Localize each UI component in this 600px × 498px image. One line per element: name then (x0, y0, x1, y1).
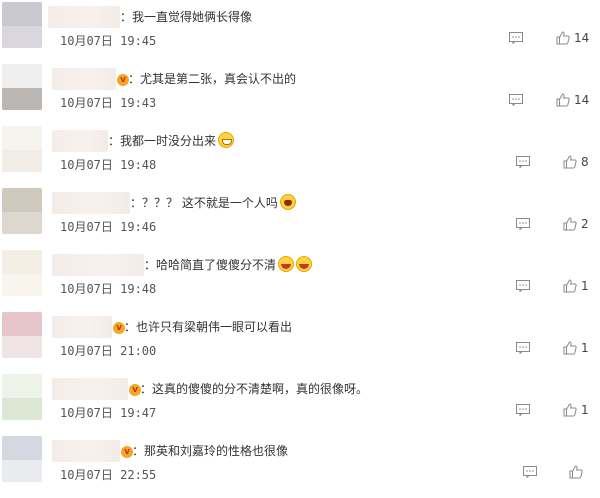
thumbs-up-icon (563, 155, 577, 169)
comment-text: ：哈哈简直了傻傻分不清 (144, 256, 313, 274)
like-button[interactable]: 1 (563, 403, 589, 417)
avatar[interactable] (2, 436, 42, 482)
username[interactable] (52, 130, 108, 152)
comment-text: ：这真的傻傻的分不清楚啊，真的很像呀。 (140, 382, 369, 396)
comment-text: ：我都一时没分出来 (108, 132, 235, 150)
like-count: 8 (581, 155, 589, 169)
comment-text-content: ：哈哈简直了傻傻分不清 (144, 258, 277, 272)
comment-item: ：哈哈简直了傻傻分不清 10月07日 19:48 1 (0, 250, 600, 312)
username[interactable] (48, 6, 120, 28)
avatar[interactable] (2, 250, 42, 296)
avatar[interactable] (2, 188, 42, 234)
avatar[interactable] (2, 312, 42, 358)
like-button[interactable]: 14 (556, 31, 589, 45)
comment-text-content: ：？？？ 这不就是一个人吗 (130, 196, 278, 210)
laugh-emoji-icon (278, 256, 295, 272)
comment-time: 10月07日 19:47 (60, 406, 157, 420)
comment-time: 10月07日 19:48 (60, 158, 157, 172)
comment-icon[interactable] (516, 404, 530, 416)
thumbs-up-icon (563, 403, 577, 417)
comment-icon[interactable] (516, 156, 530, 168)
comment-item: v ：这真的傻傻的分不清楚啊，真的很像呀。 10月07日 19:47 1 (0, 374, 600, 436)
username[interactable] (52, 378, 128, 400)
avatar[interactable] (2, 126, 42, 172)
comment-time: 10月07日 19:46 (60, 220, 157, 234)
thumbs-up-icon (569, 465, 583, 479)
like-button[interactable]: 2 (563, 217, 589, 231)
comment-time: 10月07日 19:45 (60, 34, 157, 48)
comment-text: ：？？？ 这不就是一个人吗 (130, 194, 296, 212)
avatar[interactable] (2, 2, 42, 48)
like-count: 1 (581, 279, 589, 293)
comment-item: v ：也许只有梁朝伟一眼可以看出 10月07日 21:00 1 (0, 312, 600, 374)
username[interactable] (52, 68, 116, 90)
like-button[interactable] (569, 465, 587, 479)
thumbs-up-icon (563, 279, 577, 293)
username[interactable] (52, 316, 112, 338)
comment-time: 10月07日 19:48 (60, 282, 157, 296)
comment-item: ：我一直觉得她俩长得像 10月07日 19:45 14 (0, 2, 600, 64)
like-count: 1 (581, 341, 589, 355)
username[interactable] (52, 254, 144, 276)
comment-time: 10月07日 22:55 (60, 468, 157, 482)
like-button[interactable]: 1 (563, 341, 589, 355)
comment-item: v ：那英和刘嘉玲的性格也很像 10月07日 22:55 (0, 436, 600, 498)
like-count: 2 (581, 217, 589, 231)
comment-text: ：那英和刘嘉玲的性格也很像 (132, 444, 289, 458)
comment-icon[interactable] (509, 32, 523, 44)
username[interactable] (52, 440, 120, 462)
comment-text-content: ：我都一时没分出来 (108, 134, 217, 148)
comment-text: ：尤其是第二张，真会认不出的 (128, 72, 297, 86)
like-count: 14 (574, 93, 590, 107)
thumbs-up-icon (563, 217, 577, 231)
comment-item: ：我都一时没分出来 10月07日 19:48 8 (0, 126, 600, 188)
like-count: 14 (574, 31, 590, 45)
thumbs-up-icon (563, 341, 577, 355)
comment-item: v ：尤其是第二张，真会认不出的 10月07日 19:43 14 (0, 64, 600, 126)
comment-item: ：？？？ 这不就是一个人吗 10月07日 19:46 2 (0, 188, 600, 250)
comment-time: 10月07日 21:00 (60, 344, 157, 358)
like-count: 1 (581, 403, 589, 417)
thumbs-up-icon (556, 93, 570, 107)
comment-icon[interactable] (509, 94, 523, 106)
thumbs-up-icon (556, 31, 570, 45)
username[interactable] (52, 192, 130, 214)
avatar[interactable] (2, 64, 42, 110)
comment-icon[interactable] (516, 342, 530, 354)
comment-text: ：我一直觉得她俩长得像 (120, 10, 253, 24)
like-button[interactable]: 1 (563, 279, 589, 293)
avatar[interactable] (2, 374, 42, 420)
cry-laugh-emoji-icon (279, 194, 296, 210)
comment-text: ：也许只有梁朝伟一眼可以看出 (124, 320, 293, 334)
like-button[interactable]: 8 (563, 155, 589, 169)
comment-icon[interactable] (516, 280, 530, 292)
like-button[interactable]: 14 (556, 93, 589, 107)
grin-emoji-icon (218, 132, 235, 148)
laugh-emoji-icon (296, 256, 313, 272)
comment-time: 10月07日 19:43 (60, 96, 157, 110)
comment-icon[interactable] (516, 218, 530, 230)
comment-icon[interactable] (523, 466, 537, 478)
